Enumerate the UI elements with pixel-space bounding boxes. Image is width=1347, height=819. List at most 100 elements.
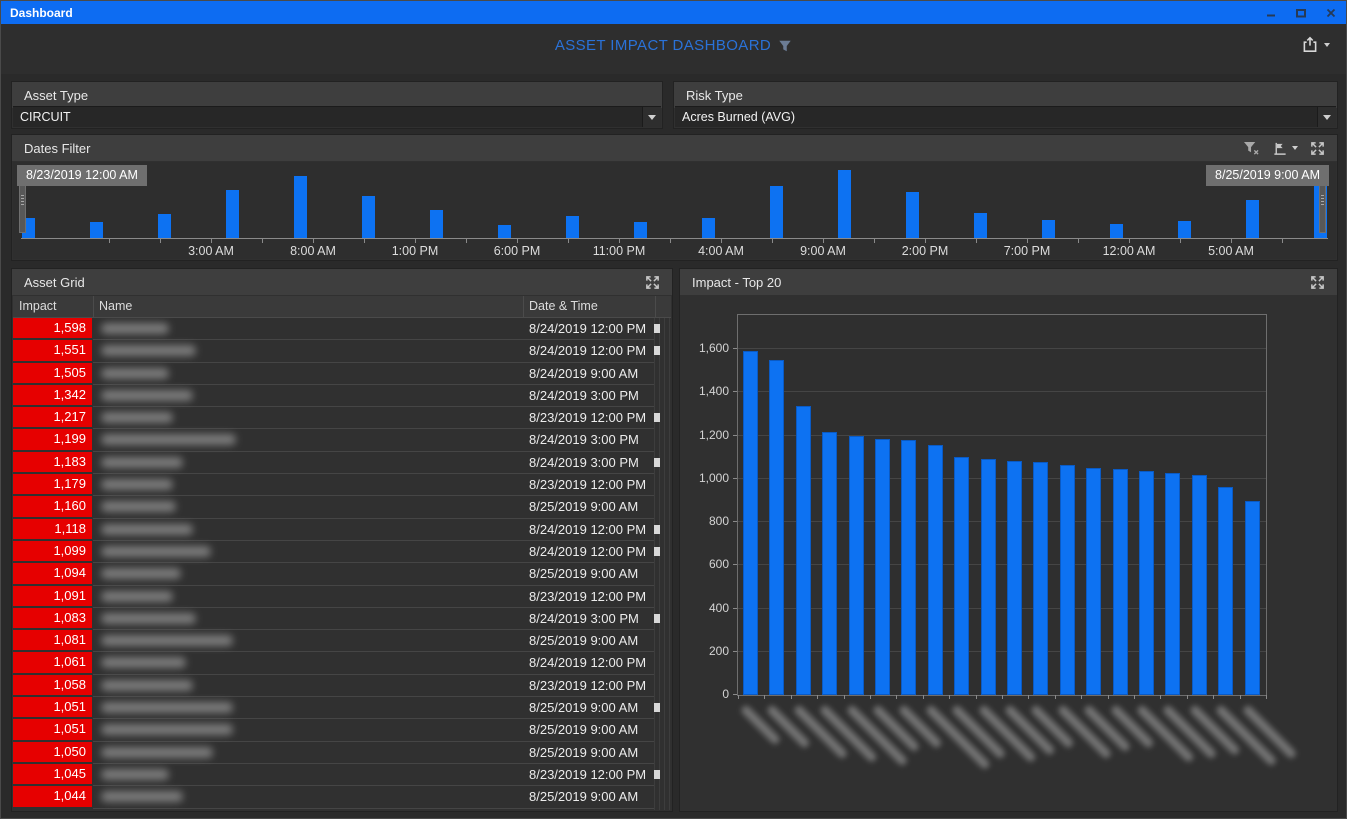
name-cell	[93, 363, 523, 385]
x-axis-label-redacted	[1188, 704, 1240, 756]
table-row[interactable]: 1,0458/23/2019 12:00 PM	[13, 764, 671, 786]
asset-grid-title: Asset Grid	[24, 275, 85, 290]
datetime-cell: 8/25/2019 9:00 AM	[523, 742, 654, 764]
datetime-cell: 8/24/2019 12:00 PM	[523, 519, 654, 541]
app-header: ASSET IMPACT DASHBOARD	[1, 24, 1346, 74]
dates-axis-tick	[1282, 239, 1283, 243]
scrollbar-marker	[654, 525, 660, 534]
name-cell	[93, 719, 523, 741]
name-cell	[93, 429, 523, 451]
column-name[interactable]: Name	[99, 299, 132, 313]
chart-bar[interactable]	[1007, 461, 1022, 695]
table-row[interactable]: 1,0448/25/2019 9:00 AM	[13, 786, 671, 808]
grid-expand-icon[interactable]	[645, 275, 660, 290]
dates-axis-tick	[823, 239, 824, 243]
datetime-cell: 8/23/2019 12:00 PM	[523, 675, 654, 697]
name-cell	[93, 407, 523, 429]
table-row[interactable]: 1,0998/24/2019 12:00 PM	[13, 541, 671, 563]
risk-type-caret[interactable]	[1317, 107, 1336, 127]
name-redacted-text	[101, 635, 233, 646]
chart-bar[interactable]	[1192, 475, 1207, 695]
chart-gridline	[738, 651, 1266, 652]
chart-bar[interactable]	[769, 360, 784, 695]
chart-expand-icon[interactable]	[1310, 275, 1325, 290]
table-row[interactable]: 1,2178/23/2019 12:00 PM	[13, 407, 671, 429]
table-row[interactable]: 1,0918/23/2019 12:00 PM	[13, 586, 671, 608]
dates-histogram-bar	[906, 192, 919, 238]
table-row[interactable]: 1,0588/23/2019 12:00 PM	[13, 675, 671, 697]
app-window: Dashboard ASSET IMPACT DASHBOARD	[0, 0, 1347, 819]
asset-type-caret[interactable]	[642, 107, 661, 127]
dates-histogram-bar	[1042, 220, 1055, 238]
table-row[interactable]: 1,0508/25/2019 9:00 AM	[13, 742, 671, 764]
table-row[interactable]: 1,1188/24/2019 12:00 PM	[13, 519, 671, 541]
impact-chart[interactable]: 02004006008001,0001,2001,4001,600	[681, 296, 1336, 810]
chart-bar[interactable]	[875, 439, 890, 695]
chart-bar[interactable]	[981, 459, 996, 695]
chart-bar[interactable]	[849, 436, 864, 695]
risk-type-value: Acres Burned (AVG)	[682, 110, 795, 124]
dates-range-selector[interactable]: 8/23/2019 12:00 AM 8/25/2019 9:00 AM 3:0…	[13, 162, 1336, 259]
chart-bar[interactable]	[1033, 462, 1048, 695]
chart-bar[interactable]	[796, 406, 811, 695]
chart-bar[interactable]	[928, 445, 943, 695]
impact-cell: 1,081	[13, 630, 92, 650]
export-icon	[1301, 36, 1319, 54]
name-cell	[93, 519, 523, 541]
grid-scrollbar[interactable]	[654, 318, 672, 810]
asset-type-select[interactable]: CIRCUIT	[13, 106, 661, 127]
table-row[interactable]: 1,0518/25/2019 9:00 AM	[13, 697, 671, 719]
dates-expand-icon[interactable]	[1310, 141, 1325, 156]
clear-filter-icon[interactable]	[1243, 141, 1260, 156]
table-row[interactable]: 1,5058/24/2019 9:00 AM	[13, 363, 671, 385]
chart-bar[interactable]	[1245, 501, 1260, 695]
table-row[interactable]: 1,0948/25/2019 9:00 AM	[13, 563, 671, 585]
filter-icon[interactable]	[778, 39, 792, 53]
column-impact[interactable]: Impact	[19, 299, 57, 313]
export-button[interactable]	[1301, 36, 1330, 54]
x-axis-tick	[791, 695, 792, 699]
chart-bar[interactable]	[1113, 469, 1128, 695]
name-redacted-text	[101, 680, 193, 691]
chart-gridline	[738, 435, 1266, 436]
chart-bar[interactable]	[743, 351, 758, 695]
datetime-cell: 8/25/2019 9:00 AM	[523, 563, 654, 585]
table-row[interactable]: 1,3428/24/2019 3:00 PM	[13, 385, 671, 407]
table-row[interactable]: 1,0838/24/2019 3:00 PM	[13, 608, 671, 630]
dates-histogram-bar	[838, 170, 851, 238]
table-row[interactable]: 1,5988/24/2019 12:00 PM	[13, 318, 671, 340]
table-row[interactable]: 1,1838/24/2019 3:00 PM	[13, 452, 671, 474]
table-row[interactable]: 1,0818/25/2019 9:00 AM	[13, 630, 671, 652]
impact-cell: 1,598	[13, 318, 92, 338]
table-row[interactable]: 1,1608/25/2019 9:00 AM	[13, 496, 671, 518]
chart-bar[interactable]	[1165, 473, 1180, 695]
chart-bar[interactable]	[1060, 465, 1075, 695]
column-datetime[interactable]: Date & Time	[529, 299, 598, 313]
chart-bar[interactable]	[1218, 487, 1233, 695]
y-axis-tick	[733, 478, 737, 479]
maximize-button[interactable]	[1286, 1, 1316, 24]
dates-axis-label: 9:00 AM	[800, 244, 846, 258]
table-row[interactable]: 1,0518/25/2019 9:00 AM	[13, 719, 671, 741]
impact-cell: 1,091	[13, 586, 92, 606]
x-axis-tick	[1028, 695, 1029, 699]
minimize-button[interactable]	[1256, 1, 1286, 24]
table-row[interactable]: 1,1798/23/2019 12:00 PM	[13, 474, 671, 496]
table-row[interactable]: 1,0618/24/2019 12:00 PM	[13, 652, 671, 674]
risk-type-select[interactable]: Acres Burned (AVG)	[675, 106, 1336, 127]
chart-gridline	[738, 564, 1266, 565]
chart-bar[interactable]	[822, 432, 837, 695]
chart-bar[interactable]	[901, 440, 916, 695]
chart-bar[interactable]	[1139, 471, 1154, 695]
chart-bar[interactable]	[954, 457, 969, 695]
dates-axis-tick	[415, 239, 416, 243]
close-button[interactable]	[1316, 1, 1346, 24]
interval-options-icon[interactable]	[1272, 141, 1298, 156]
table-row[interactable]: 1,5518/24/2019 12:00 PM	[13, 340, 671, 362]
datetime-cell: 8/24/2019 9:00 AM	[523, 363, 654, 385]
y-axis-label: 800	[681, 514, 729, 528]
dates-axis-tick	[619, 239, 620, 243]
table-row[interactable]: 1,1998/24/2019 3:00 PM	[13, 429, 671, 451]
y-axis-tick	[733, 391, 737, 392]
chart-bar[interactable]	[1086, 468, 1101, 695]
